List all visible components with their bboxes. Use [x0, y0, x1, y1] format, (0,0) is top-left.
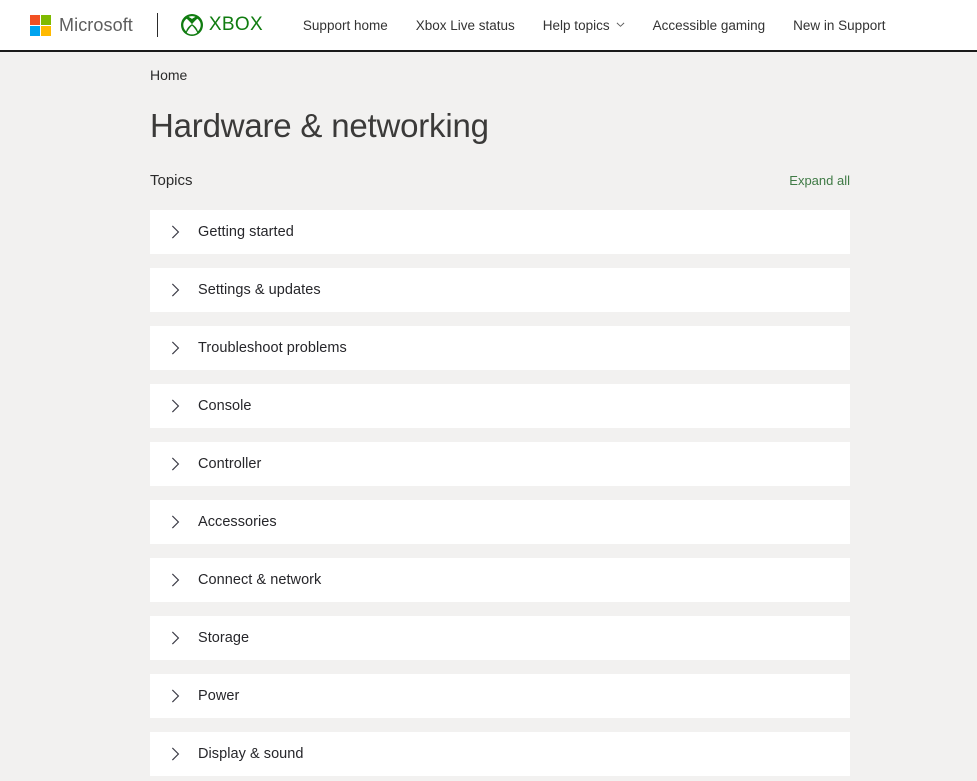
accordion-item-console[interactable]: Console	[150, 383, 850, 428]
accordion-item-label: Console	[198, 397, 252, 414]
chevron-right-icon	[171, 573, 180, 587]
ms-logo-square-red	[30, 14, 40, 25]
microsoft-wordmark: Microsoft	[59, 14, 133, 35]
page-content: Home Hardware & networking Topics Expand…	[0, 52, 977, 776]
global-header: Microsoft XBOX Support home Xbox Live st…	[0, 0, 977, 52]
nav-link-support-home[interactable]: Support home	[289, 12, 402, 39]
accordion-item-label: Storage	[198, 629, 250, 646]
accordion-item-label: Connect & network	[198, 571, 322, 588]
chevron-right-icon	[171, 225, 180, 239]
nav-link-label: Support home	[302, 17, 388, 33]
topics-accordion: Getting started Settings & updates Troub…	[150, 209, 850, 776]
nav-link-accessible-gaming[interactable]: Accessible gaming	[639, 12, 780, 39]
chevron-right-icon	[171, 399, 180, 413]
breadcrumb-item-home[interactable]: Home	[150, 67, 187, 83]
xbox-wordmark: XBOX	[208, 14, 263, 35]
nav-link-xbox-live-status[interactable]: Xbox Live status	[402, 12, 529, 39]
ms-logo-square-green	[41, 14, 51, 25]
xbox-logo-link[interactable]: XBOX	[180, 13, 263, 37]
nav-link-label: Xbox Live status	[415, 17, 515, 33]
accordion-item-connect-network[interactable]: Connect & network	[150, 557, 850, 602]
microsoft-logo-icon	[30, 14, 51, 36]
accordion-item-display-sound[interactable]: Display & sound	[150, 731, 850, 776]
accordion-item-settings-updates[interactable]: Settings & updates	[150, 267, 850, 312]
accordion-item-controller[interactable]: Controller	[150, 441, 850, 486]
chevron-right-icon	[171, 689, 180, 703]
chevron-right-icon	[171, 341, 180, 355]
chevron-right-icon	[171, 515, 180, 529]
nav-link-label: New in Support	[793, 17, 886, 33]
accordion-item-accessories[interactable]: Accessories	[150, 499, 850, 544]
nav-link-help-topics[interactable]: Help topics	[529, 12, 639, 39]
expand-all-link[interactable]: Expand all	[789, 173, 850, 189]
topics-heading: Topics	[150, 171, 193, 189]
accordion-item-troubleshoot-problems[interactable]: Troubleshoot problems	[150, 325, 850, 370]
nav-link-new-in-support[interactable]: New in Support	[779, 12, 899, 39]
ms-logo-square-blue	[30, 25, 40, 36]
accordion-item-label: Settings & updates	[198, 281, 321, 298]
chevron-right-icon	[171, 747, 180, 761]
accordion-item-label: Controller	[198, 455, 262, 472]
xbox-logo-icon	[180, 14, 203, 36]
accordion-item-storage[interactable]: Storage	[150, 615, 850, 660]
chevron-right-icon	[171, 457, 180, 471]
chevron-right-icon	[171, 631, 180, 645]
accordion-item-label: Getting started	[198, 223, 294, 240]
page-title: Hardware & networking	[150, 107, 489, 144]
topics-bar: Topics Expand all	[150, 172, 850, 189]
accordion-item-label: Troubleshoot problems	[198, 339, 347, 356]
accordion-item-label: Accessories	[198, 513, 277, 530]
accordion-item-getting-started[interactable]: Getting started	[150, 209, 850, 254]
accordion-item-power[interactable]: Power	[150, 673, 850, 718]
microsoft-logo-link[interactable]: Microsoft	[30, 14, 133, 36]
chevron-right-icon	[171, 283, 180, 297]
nav-link-label: Accessible gaming	[652, 17, 766, 33]
breadcrumb: Home	[150, 52, 850, 83]
header-divider	[156, 13, 158, 37]
ms-logo-square-yellow	[41, 25, 51, 36]
chevron-down-icon	[616, 22, 625, 27]
accordion-item-label: Power	[198, 687, 240, 704]
accordion-item-label: Display & sound	[198, 745, 304, 762]
header-nav: Support home Xbox Live status Help topic…	[289, 12, 900, 39]
nav-link-label: Help topics	[542, 17, 610, 33]
